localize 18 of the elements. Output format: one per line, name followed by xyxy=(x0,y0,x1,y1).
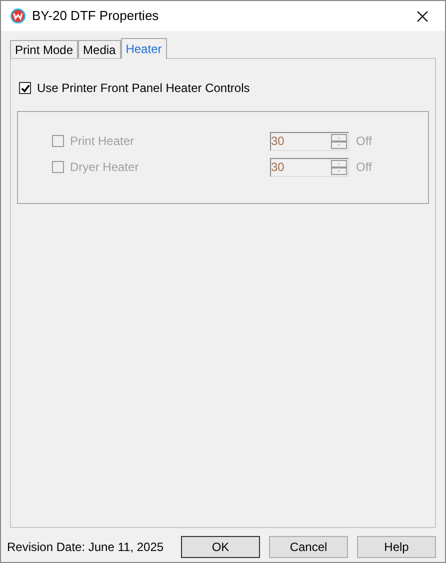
checkbox[interactable] xyxy=(19,82,31,94)
dialog-button[interactable]: Help xyxy=(357,536,436,558)
window-title: BY-20 DTF Properties xyxy=(32,7,159,26)
checkbox-label: Use Printer Front Panel Heater Controls xyxy=(37,80,250,97)
close-icon[interactable] xyxy=(417,10,428,22)
status-text: Off xyxy=(356,133,372,150)
tab[interactable]: Heater xyxy=(120,38,167,59)
revision-date: Revision Date: June 11, 2025 xyxy=(7,539,165,556)
dialog-button[interactable]: OK xyxy=(181,536,260,558)
status-text: Off xyxy=(356,159,372,176)
checkbox-label: Print Heater xyxy=(70,133,136,150)
tab[interactable]: Print Mode xyxy=(10,40,78,58)
checkbox-label: Dryer Heater xyxy=(70,159,140,176)
app-logo-icon xyxy=(10,8,26,24)
tab[interactable]: Media xyxy=(78,40,121,58)
spin-arrows-icon[interactable] xyxy=(331,134,347,148)
dialog-button[interactable]: Cancel xyxy=(269,536,348,558)
spin-arrows-icon[interactable] xyxy=(331,160,347,174)
